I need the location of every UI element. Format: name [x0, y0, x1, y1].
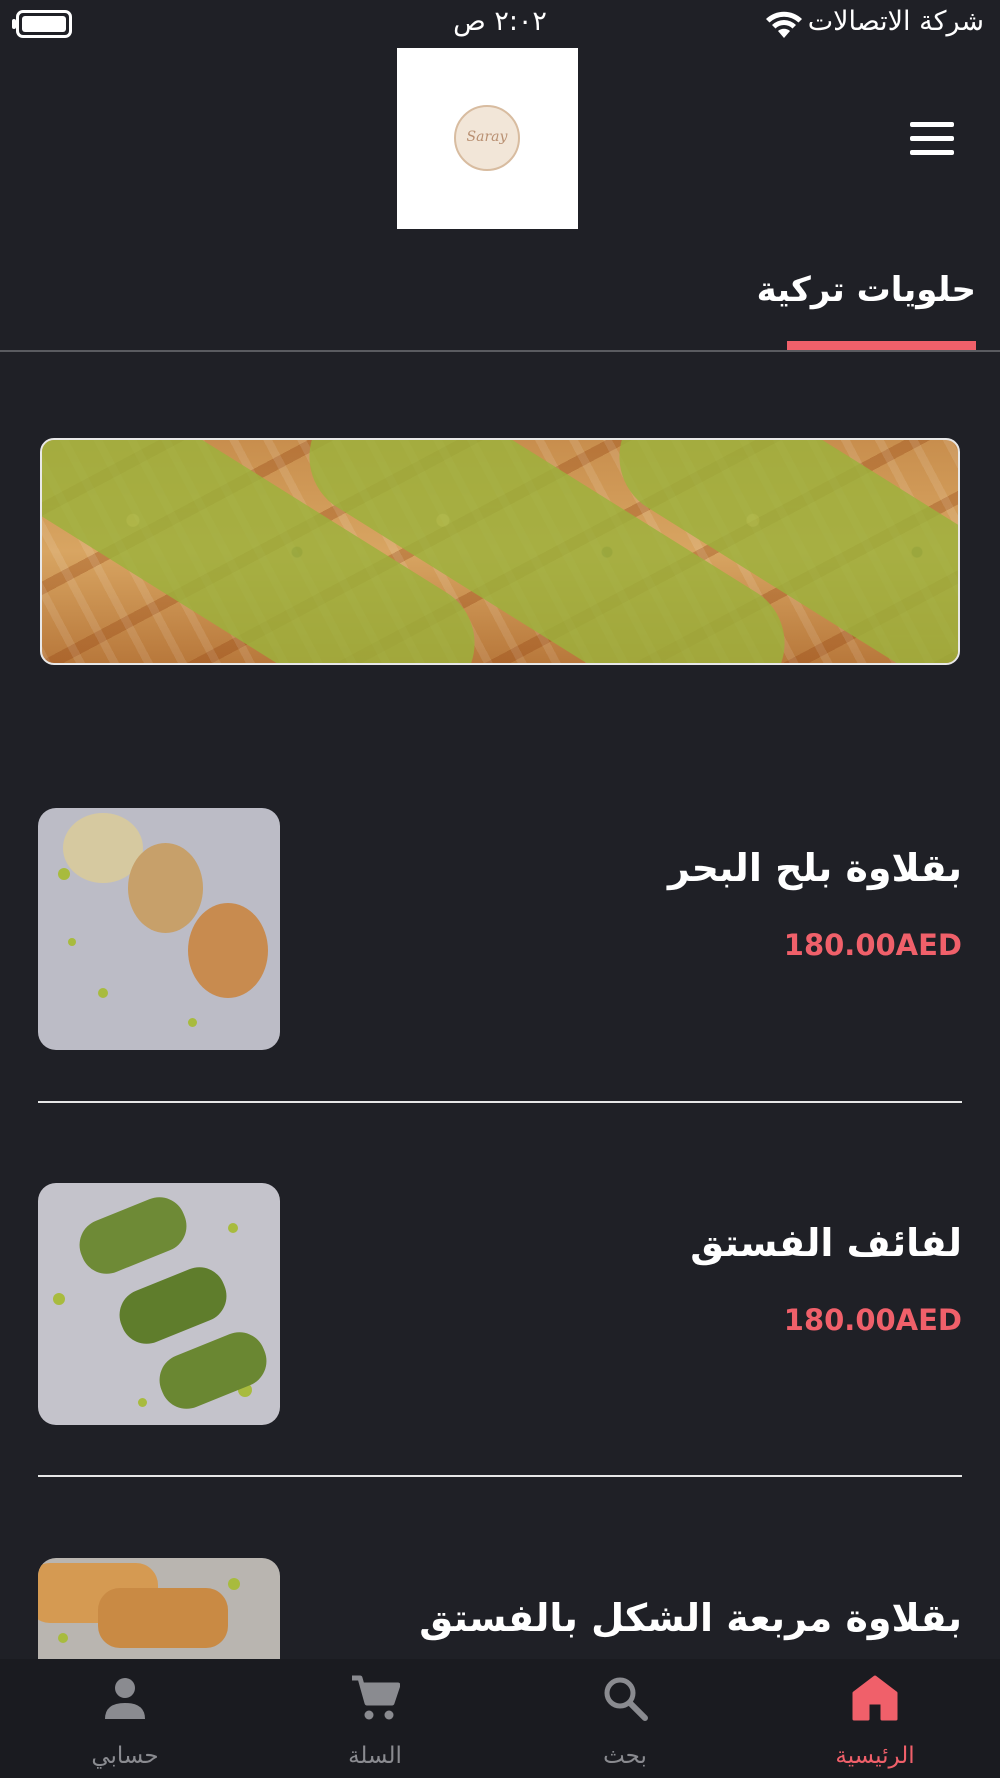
cart-icon [352, 1675, 400, 1720]
menu-icon-line [910, 136, 954, 141]
category-tabs: حلويات تركية [0, 240, 1000, 352]
tab-turkish-sweets[interactable]: حلويات تركية [757, 270, 976, 310]
product-price: 180.00AED [783, 1303, 962, 1337]
search-icon [604, 1677, 648, 1721]
nav-account[interactable]: حسابي [0, 1659, 250, 1778]
logo-seal: Saray [454, 105, 520, 171]
product-image [38, 808, 280, 1050]
product-name: لفائف الفستق [690, 1221, 962, 1265]
product-name: بقلاوة بلح البحر [668, 846, 962, 890]
logo-text: Saray [466, 129, 508, 145]
nav-search-label: بحث [603, 1743, 647, 1769]
product-image [38, 1183, 280, 1425]
divider [38, 1101, 962, 1103]
nav-account-label: حسابي [91, 1743, 159, 1769]
menu-icon-line [910, 122, 954, 127]
store-logo[interactable]: Saray [397, 48, 578, 229]
person-icon [105, 1678, 145, 1719]
divider [38, 1475, 962, 1477]
nav-home-label: الرئيسية [835, 1743, 915, 1769]
menu-button[interactable] [908, 120, 956, 158]
menu-icon-line [910, 150, 954, 155]
category-banner-image [40, 438, 960, 665]
tab-active-indicator [787, 341, 976, 350]
bottom-navigation: الرئيسية بحث السلة حسابي [0, 1659, 1000, 1778]
carrier-name: شركة الاتصالات [807, 6, 984, 37]
product-name: بقلاوة مربعة الشكل بالفستق [419, 1596, 962, 1640]
nav-cart[interactable]: السلة [250, 1659, 500, 1778]
home-icon [852, 1675, 898, 1721]
wifi-icon [766, 11, 802, 38]
status-bar: ٢:٠٢ ص شركة الاتصالات [0, 0, 1000, 48]
nav-search[interactable]: بحث [500, 1659, 750, 1778]
nav-cart-label: السلة [348, 1743, 402, 1769]
nav-home[interactable]: الرئيسية [750, 1659, 1000, 1778]
product-item[interactable]: لفائف الفستق 180.00AED [38, 1183, 962, 1425]
product-price: 180.00AED [783, 928, 962, 962]
product-item[interactable]: بقلاوة بلح البحر 180.00AED [38, 808, 962, 1050]
